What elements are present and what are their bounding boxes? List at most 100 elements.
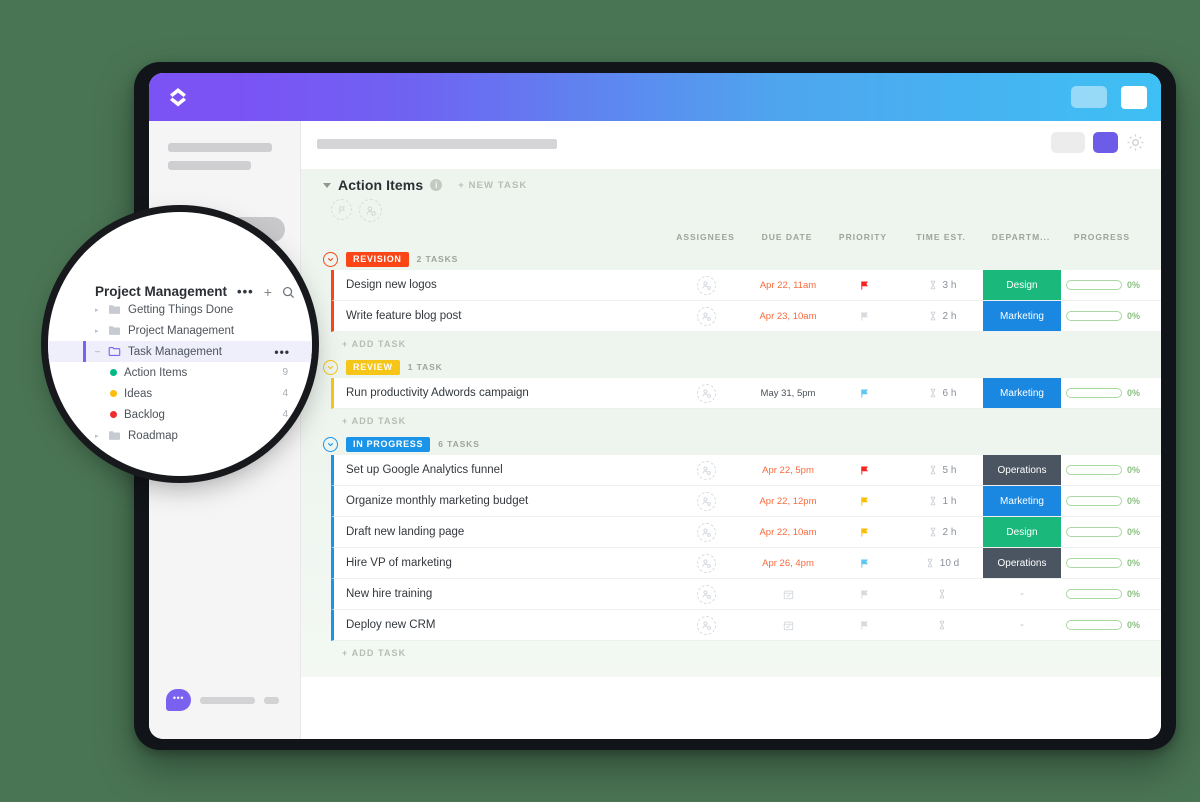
task-assignees-cell[interactable]: [664, 301, 749, 331]
task-name[interactable]: Deploy new CRM: [334, 619, 664, 631]
task-priority-cell[interactable]: [827, 610, 901, 640]
task-due-date-cell[interactable]: Apr 23, 10am: [749, 301, 827, 331]
group-collapse-toggle[interactable]: [323, 359, 338, 375]
task-name[interactable]: Design new logos: [334, 279, 664, 291]
table-row[interactable]: Deploy new CRM - 0%: [331, 610, 1161, 641]
task-assignees-cell[interactable]: [664, 579, 749, 609]
task-assignees-cell[interactable]: [664, 378, 749, 408]
assignee-avatar-icon[interactable]: [697, 615, 716, 635]
table-row[interactable]: Hire VP of marketing Apr 26, 4pm 10 d Opera…: [331, 548, 1161, 579]
task-time-estimate-cell[interactable]: [901, 579, 983, 609]
new-task-button[interactable]: + NEW TASK: [458, 180, 527, 191]
task-due-date-cell[interactable]: Apr 22, 5pm: [749, 455, 827, 485]
task-assignees-cell[interactable]: [664, 455, 749, 485]
task-priority-cell[interactable]: [827, 455, 901, 485]
sidebar-item-getting-things-done[interactable]: ▸ Getting Things Done: [48, 299, 312, 320]
assignee-avatar-icon[interactable]: [697, 522, 716, 542]
task-progress-cell[interactable]: 0%: [1061, 610, 1145, 640]
task-progress-cell[interactable]: 0%: [1061, 486, 1145, 516]
toolbar-pill-button[interactable]: [1051, 132, 1085, 153]
table-row[interactable]: Organize monthly marketing budget Apr 22,…: [331, 486, 1161, 517]
task-department-cell[interactable]: -: [983, 579, 1061, 609]
department-chip[interactable]: Operations: [983, 455, 1061, 485]
task-assignees-cell[interactable]: [664, 486, 749, 516]
table-row[interactable]: Draft new landing page Apr 22, 10am 2 h Des…: [331, 517, 1161, 548]
clickup-logo-icon[interactable]: [165, 84, 191, 110]
task-department-cell[interactable]: Operations: [983, 455, 1061, 485]
collapse-caret-icon[interactable]: [323, 182, 331, 188]
chevron-down-icon[interactable]: –: [95, 347, 101, 356]
department-chip[interactable]: Marketing: [983, 486, 1061, 516]
group-collapse-toggle[interactable]: [323, 251, 338, 267]
task-time-estimate-cell[interactable]: 1 h: [901, 486, 983, 516]
chevron-right-icon[interactable]: ▸: [95, 306, 101, 314]
table-row[interactable]: Write feature blog post Apr 23, 10am 2 h Ma…: [331, 301, 1161, 332]
task-progress-cell[interactable]: 0%: [1061, 378, 1145, 408]
table-row[interactable]: Set up Google Analytics funnel Apr 22, 5p…: [331, 455, 1161, 486]
topbar-pill-button[interactable]: [1071, 86, 1107, 108]
task-department-cell[interactable]: Design: [983, 270, 1061, 300]
item-more-options-icon[interactable]: •••: [274, 346, 290, 358]
task-department-cell[interactable]: Marketing: [983, 486, 1061, 516]
search-icon[interactable]: [282, 286, 294, 298]
task-time-estimate-cell[interactable]: 3 h: [901, 270, 983, 300]
toolbar-accent-button[interactable]: [1093, 132, 1118, 153]
task-department-cell[interactable]: Marketing: [983, 378, 1061, 408]
task-due-date-cell[interactable]: [749, 610, 827, 640]
assignee-avatar-icon[interactable]: [697, 491, 716, 511]
task-time-estimate-cell[interactable]: 10 d: [901, 548, 983, 578]
task-name[interactable]: Hire VP of marketing: [334, 557, 664, 569]
task-department-cell[interactable]: Marketing: [983, 301, 1061, 331]
task-assignees-cell[interactable]: [664, 517, 749, 547]
task-progress-cell[interactable]: 0%: [1061, 455, 1145, 485]
task-time-estimate-cell[interactable]: [901, 610, 983, 640]
add-icon[interactable]: +: [264, 285, 272, 299]
add-task-button[interactable]: + ADD TASK: [301, 332, 1161, 356]
chevron-right-icon[interactable]: ▸: [95, 432, 101, 440]
department-chip[interactable]: Operations: [983, 548, 1061, 578]
task-progress-cell[interactable]: 0%: [1061, 548, 1145, 578]
sidebar-item-roadmap[interactable]: ▸ Roadmap: [48, 425, 312, 446]
task-assignees-cell[interactable]: [664, 610, 749, 640]
department-chip[interactable]: Design: [983, 517, 1061, 547]
task-progress-cell[interactable]: 0%: [1061, 579, 1145, 609]
assignee-avatar-icon[interactable]: [697, 306, 716, 326]
task-time-estimate-cell[interactable]: 5 h: [901, 455, 983, 485]
task-time-estimate-cell[interactable]: 2 h: [901, 517, 983, 547]
task-name[interactable]: Draft new landing page: [334, 526, 664, 538]
task-progress-cell[interactable]: 0%: [1061, 517, 1145, 547]
task-due-date-cell[interactable]: Apr 26, 4pm: [749, 548, 827, 578]
task-priority-cell[interactable]: [827, 270, 901, 300]
task-name[interactable]: Write feature blog post: [334, 310, 664, 322]
table-row[interactable]: New hire training - 0%: [331, 579, 1161, 610]
status-badge[interactable]: REVIEW: [346, 359, 400, 375]
table-row[interactable]: Run productivity Adwords campaign May 31,…: [331, 378, 1161, 409]
status-badge[interactable]: REVISION: [346, 251, 409, 267]
flag-icon[interactable]: [331, 199, 352, 220]
chevron-right-icon[interactable]: ▸: [95, 327, 101, 335]
topbar-square-button[interactable]: [1121, 86, 1147, 109]
task-name[interactable]: Set up Google Analytics funnel: [334, 464, 664, 476]
sidebar-item-action-items[interactable]: Action Items 9: [48, 362, 312, 383]
task-assignees-cell[interactable]: [664, 548, 749, 578]
add-task-button[interactable]: + ADD TASK: [301, 409, 1161, 433]
task-department-cell[interactable]: -: [983, 610, 1061, 640]
add-assignee-icon[interactable]: [359, 199, 382, 222]
assignee-avatar-icon[interactable]: [697, 553, 716, 573]
gear-icon[interactable]: [1126, 133, 1145, 152]
sidebar-item-project-management[interactable]: ▸ Project Management: [48, 320, 312, 341]
assignee-avatar-icon[interactable]: [697, 275, 716, 295]
task-due-date-cell[interactable]: Apr 22, 11am: [749, 270, 827, 300]
task-due-date-cell[interactable]: [749, 579, 827, 609]
sidebar-item-backlog[interactable]: Backlog 4: [48, 404, 312, 425]
sidebar-item-ideas[interactable]: Ideas 4: [48, 383, 312, 404]
task-name[interactable]: Organize monthly marketing budget: [334, 495, 664, 507]
task-priority-cell[interactable]: [827, 301, 901, 331]
task-progress-cell[interactable]: 0%: [1061, 270, 1145, 300]
department-chip[interactable]: Marketing: [983, 378, 1061, 408]
table-row[interactable]: Design new logos Apr 22, 11am 3 h Design 0%: [331, 270, 1161, 301]
department-chip[interactable]: Marketing: [983, 301, 1061, 331]
task-priority-cell[interactable]: [827, 486, 901, 516]
chat-bubble-icon[interactable]: •••: [166, 689, 191, 711]
task-priority-cell[interactable]: [827, 579, 901, 609]
